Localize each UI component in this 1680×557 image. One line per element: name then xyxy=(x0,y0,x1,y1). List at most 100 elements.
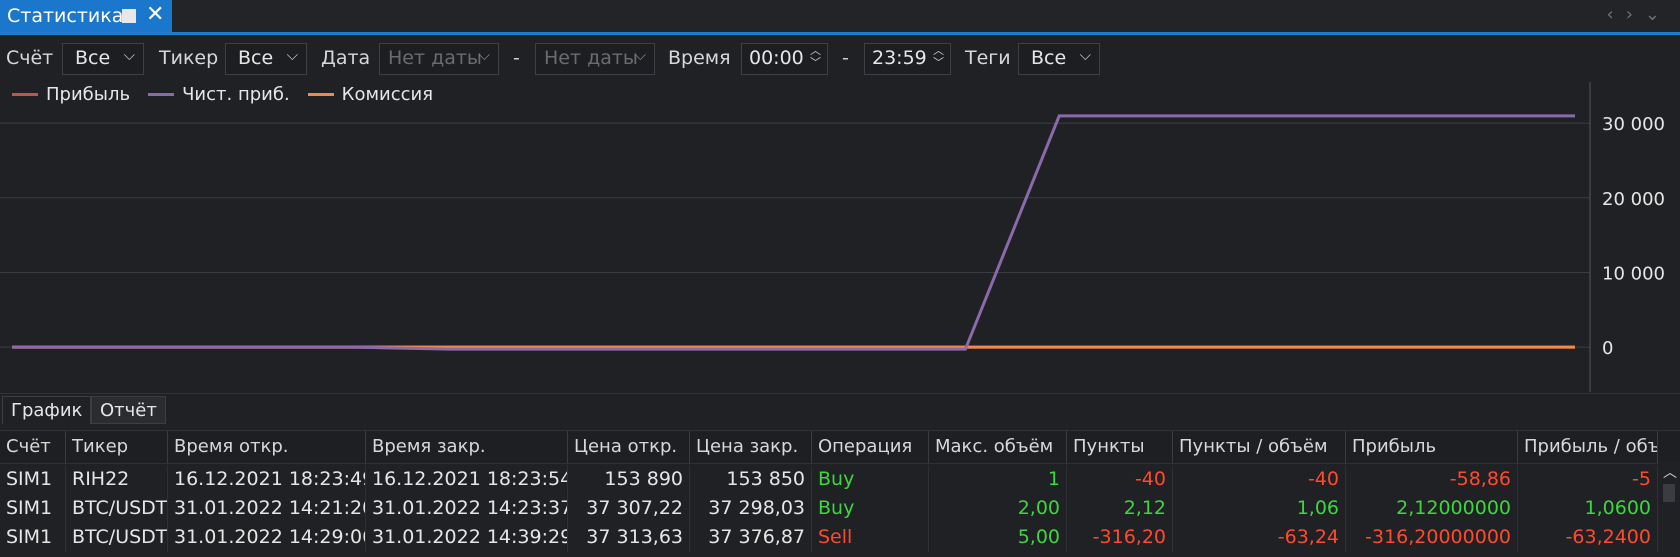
legend-swatch xyxy=(12,93,38,96)
account-value: Все xyxy=(75,47,111,69)
table-cell: Buy xyxy=(812,465,929,494)
table-cell: 16.12.2021 18:23:54 xyxy=(366,465,568,494)
time-to-spinner[interactable]: 23:59 ︿ ﹀ xyxy=(864,43,951,75)
date-from-select[interactable]: Нет даты ⌵ xyxy=(379,43,499,75)
table-cell: 1,0600 xyxy=(1518,494,1658,523)
table-cell: -40 xyxy=(1067,465,1173,494)
time-separator: - xyxy=(842,47,849,69)
column-header[interactable]: Счёт xyxy=(0,431,66,463)
ticker-label: Тикер xyxy=(159,47,219,69)
tab-statistics[interactable]: Статистика ✕ xyxy=(0,0,172,32)
filter-bar: Счёт Все ⌵ Тикер Все ⌵ Дата Нет даты ⌵ - Не… xyxy=(0,38,1680,82)
chevron-down-icon: ⌵ xyxy=(286,46,298,64)
stop-icon[interactable] xyxy=(122,9,136,23)
scroll-up-icon[interactable]: ︿ xyxy=(1663,462,1677,482)
column-header[interactable]: Пункты / объём xyxy=(1173,431,1346,463)
table-cell: 2,12 xyxy=(1067,494,1173,523)
table-scrollbar[interactable]: ︿ xyxy=(1658,462,1680,557)
table-cell: 37 307,22 xyxy=(568,494,690,523)
table-cell: 153 890 xyxy=(568,465,690,494)
table-cell: 31.01.2022 14:29:06 xyxy=(168,523,366,552)
table-cell: RIH22 xyxy=(66,465,168,494)
legend-item[interactable]: Чист. приб. xyxy=(148,84,290,105)
table-cell: -316,20 xyxy=(1067,523,1173,552)
tags-value: Все xyxy=(1031,47,1067,69)
column-header[interactable]: Пункты xyxy=(1067,431,1173,463)
legend-label: Чист. приб. xyxy=(182,84,290,105)
time-label: Время xyxy=(668,47,731,69)
table-cell: 2,12000000 xyxy=(1346,494,1518,523)
legend-item[interactable]: Комиссия xyxy=(307,84,433,105)
tab-report[interactable]: Отчёт xyxy=(91,396,166,424)
table-cell: -5 xyxy=(1518,465,1658,494)
chevron-down-icon: ⌵ xyxy=(123,46,135,64)
date-to-value: Нет даты xyxy=(544,47,638,69)
y-tick-label: 20 000 xyxy=(1602,189,1665,210)
column-header[interactable]: Время откр. xyxy=(168,431,366,463)
view-tabs: График Отчёт xyxy=(0,393,1680,425)
table-cell: SIM1 xyxy=(0,523,66,552)
column-header[interactable]: Время закр. xyxy=(366,431,568,463)
column-header[interactable]: Макс. объём xyxy=(929,431,1067,463)
nav-menu-icon[interactable]: ⌄ xyxy=(1645,4,1672,25)
column-header[interactable]: Тикер xyxy=(66,431,168,463)
table-cell: 31.01.2022 14:21:20 xyxy=(168,494,366,523)
column-header[interactable]: Цена откр. xyxy=(568,431,690,463)
scroll-thumb[interactable] xyxy=(1663,484,1675,502)
chart-canvas: 0 10 000 20 000 30 000 xyxy=(0,82,1665,392)
spinner-arrows-icon[interactable]: ︿ ﹀ xyxy=(810,45,821,69)
table-cell: 31.01.2022 14:39:29 xyxy=(366,523,568,552)
account-select[interactable]: Все ⌵ xyxy=(62,43,144,75)
spinner-arrows-icon[interactable]: ︿ ﹀ xyxy=(933,45,944,69)
date-to-select[interactable]: Нет даты ⌵ xyxy=(535,43,655,75)
column-header[interactable]: Цена закр. xyxy=(690,431,812,463)
table-cell: SIM1 xyxy=(0,494,66,523)
chevron-down-icon: ⌵ xyxy=(478,46,490,64)
table-cell: Buy xyxy=(812,494,929,523)
table-header: Счёт Тикер Время откр. Время закр. Цена откр… xyxy=(0,430,1680,464)
table-cell: 37 298,03 xyxy=(690,494,812,523)
chevron-down-icon: ⌵ xyxy=(1079,46,1091,64)
table-row[interactable]: SIM1 BTC/USDT 31.01.2022 14:29:06 31.01.202… xyxy=(0,523,1658,552)
y-tick-label: 10 000 xyxy=(1602,263,1665,284)
table-cell: 16.12.2021 18:23:49 xyxy=(168,465,366,494)
nav-prev-icon[interactable]: ‹ xyxy=(1607,4,1626,25)
table-cell: 5,00 xyxy=(929,523,1067,552)
table-cell: BTC/USDT xyxy=(66,494,168,523)
table-row[interactable]: SIM1 BTC/USDT 31.01.2022 14:21:20 31.01.202… xyxy=(0,494,1658,523)
table-cell: 37 313,63 xyxy=(568,523,690,552)
table-row[interactable]: SIM1 RIH22 16.12.2021 18:23:49 16.12.2021 1… xyxy=(0,465,1658,494)
nav-next-icon[interactable]: › xyxy=(1626,4,1645,25)
table-cell: 1 xyxy=(929,465,1067,494)
table-cell: 153 850 xyxy=(690,465,812,494)
table-cell: -316,20000000 xyxy=(1346,523,1518,552)
column-header[interactable]: Прибыль / объ xyxy=(1518,431,1658,463)
chevron-down-icon: ⌵ xyxy=(634,46,646,64)
tags-select[interactable]: Все ⌵ xyxy=(1018,43,1100,75)
tab-nav: ‹›⌄ xyxy=(1607,4,1673,25)
close-icon[interactable]: ✕ xyxy=(146,3,164,27)
table-cell: 1,06 xyxy=(1173,494,1346,523)
table-cell: SIM1 xyxy=(0,465,66,494)
ticker-select[interactable]: Все ⌵ xyxy=(225,43,307,75)
table-cell: 31.01.2022 14:23:37 xyxy=(366,494,568,523)
column-header[interactable]: Прибыль xyxy=(1346,431,1518,463)
date-separator: - xyxy=(513,47,520,69)
legend-swatch xyxy=(148,93,175,96)
table-cell: -63,2400 xyxy=(1518,523,1658,552)
tab-title: Статистика xyxy=(7,5,124,27)
table-cell: 37 376,87 xyxy=(690,523,812,552)
profit-chart: 0 10 000 20 000 30 000 Прибыль Чист. приб. Ко… xyxy=(0,82,1680,392)
tags-label: Теги xyxy=(965,47,1011,69)
table-cell: BTC/USDT xyxy=(66,523,168,552)
time-from-value: 00:00 xyxy=(749,47,804,69)
date-label: Дата xyxy=(321,47,371,69)
trades-table: Счёт Тикер Время откр. Время закр. Цена откр… xyxy=(0,430,1680,557)
time-from-spinner[interactable]: 00:00 ︿ ﹀ xyxy=(741,43,828,75)
legend-item[interactable]: Прибыль xyxy=(12,84,130,105)
legend-swatch xyxy=(307,93,334,96)
ticker-value: Все xyxy=(238,47,274,69)
tab-chart[interactable]: График xyxy=(2,396,92,424)
table-cell: -40 xyxy=(1173,465,1346,494)
column-header[interactable]: Операция xyxy=(812,431,929,463)
